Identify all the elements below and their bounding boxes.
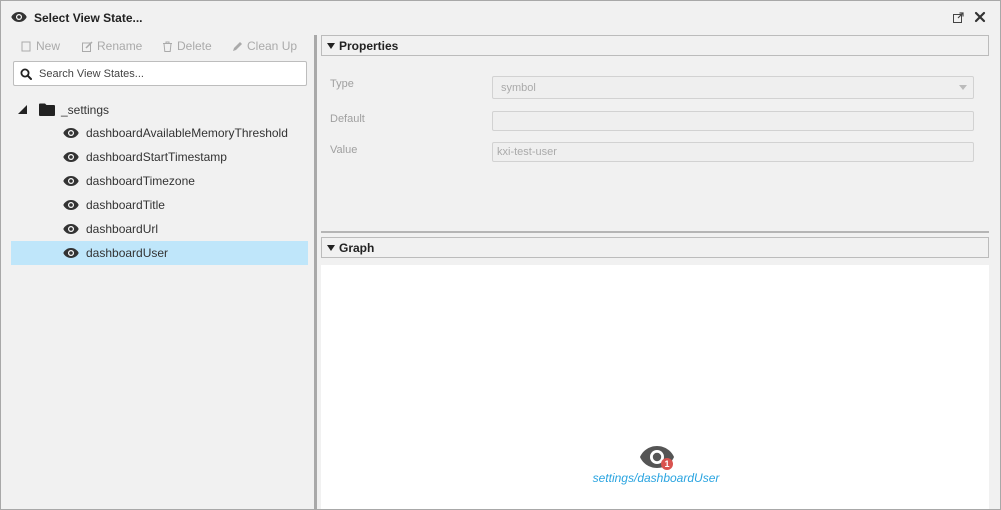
- type-select-value: symbol: [501, 82, 536, 94]
- chevron-down-icon: [959, 85, 967, 90]
- tree-item-label: dashboardUser: [86, 246, 169, 260]
- eye-icon: [63, 176, 79, 186]
- value-label: Value: [330, 144, 358, 156]
- new-button-label: New: [36, 39, 61, 53]
- close-icon[interactable]: [974, 11, 986, 23]
- search-icon: [20, 68, 32, 80]
- tree-item-label: dashboardAvailableMemoryThreshold: [86, 126, 288, 140]
- section-divider[interactable]: [321, 231, 989, 233]
- dependency-count-badge: 1: [661, 458, 673, 470]
- pencil-icon: [233, 41, 242, 51]
- list-toolbar: New Rename Delete Clean Up: [1, 35, 314, 57]
- tree-item-dashboard-start-timestamp[interactable]: dashboardStartTimestamp: [11, 145, 308, 169]
- external-link-icon[interactable]: [953, 12, 964, 23]
- properties-section-header[interactable]: Properties: [321, 35, 989, 56]
- graph-section-header[interactable]: Graph: [321, 237, 989, 258]
- tree-folder-label: _settings: [61, 103, 110, 117]
- delete-button-label: Delete: [177, 39, 212, 53]
- eye-icon: [63, 152, 79, 162]
- eye-icon: [63, 248, 79, 258]
- caret-down-icon: [327, 42, 335, 49]
- tree-item-label: dashboardStartTimestamp: [86, 150, 227, 164]
- edit-icon: [82, 40, 93, 52]
- tree-item-dashboard-url[interactable]: dashboardUrl: [11, 217, 308, 241]
- type-select[interactable]: symbol: [492, 76, 974, 99]
- delete-button[interactable]: Delete: [162, 39, 212, 53]
- clean-up-button[interactable]: Clean Up: [232, 39, 297, 53]
- folder-icon: [39, 103, 55, 116]
- caret-down-icon: [327, 244, 335, 251]
- new-button[interactable]: New: [21, 39, 60, 53]
- value-field[interactable]: kxi-test-user: [492, 142, 974, 162]
- dialog-title: Select View State...: [34, 11, 143, 25]
- tree-item-dashboard-title[interactable]: dashboardTitle: [11, 193, 308, 217]
- details-pane: Properties Type symbol Default Value kxi…: [317, 35, 1000, 509]
- caret-down-icon[interactable]: [18, 105, 27, 114]
- tree-item-dashboard-available-memory-threshold[interactable]: dashboardAvailableMemoryThreshold: [11, 121, 308, 145]
- eye-icon: [63, 224, 79, 234]
- view-state-list-pane: New Rename Delete Clean Up Search View S…: [1, 35, 314, 509]
- select-view-state-dialog: Select View State... New Rename Delete C…: [0, 0, 1001, 510]
- search-box: [13, 61, 307, 86]
- graph-node-label[interactable]: settings/dashboardUser: [591, 471, 721, 485]
- tree-item-label: dashboardTitle: [86, 198, 165, 212]
- tree-folder-settings[interactable]: _settings: [1, 97, 314, 121]
- graph-canvas[interactable]: 1 settings/dashboardUser: [321, 265, 989, 509]
- eye-icon: [11, 12, 27, 22]
- type-label: Type: [330, 78, 354, 90]
- tree-item-label: dashboardUrl: [86, 222, 159, 236]
- default-field[interactable]: [492, 111, 974, 131]
- graph-header-label: Graph: [339, 240, 375, 255]
- tree-item-dashboard-timezone[interactable]: dashboardTimezone: [11, 169, 308, 193]
- title-bar: Select View State...: [1, 1, 1000, 35]
- rename-button-label: Rename: [97, 39, 143, 53]
- eye-icon: [63, 128, 79, 138]
- tree-item-label: dashboardTimezone: [86, 174, 195, 188]
- trash-icon: [163, 41, 172, 52]
- default-label: Default: [330, 113, 365, 125]
- clean-up-button-label: Clean Up: [247, 39, 298, 53]
- new-file-icon: [21, 41, 31, 51]
- search-input[interactable]: [37, 64, 302, 83]
- tree-item-dashboard-user[interactable]: dashboardUser: [11, 241, 308, 265]
- properties-header-label: Properties: [339, 38, 399, 53]
- eye-icon: [63, 200, 79, 210]
- rename-button[interactable]: Rename: [82, 39, 142, 53]
